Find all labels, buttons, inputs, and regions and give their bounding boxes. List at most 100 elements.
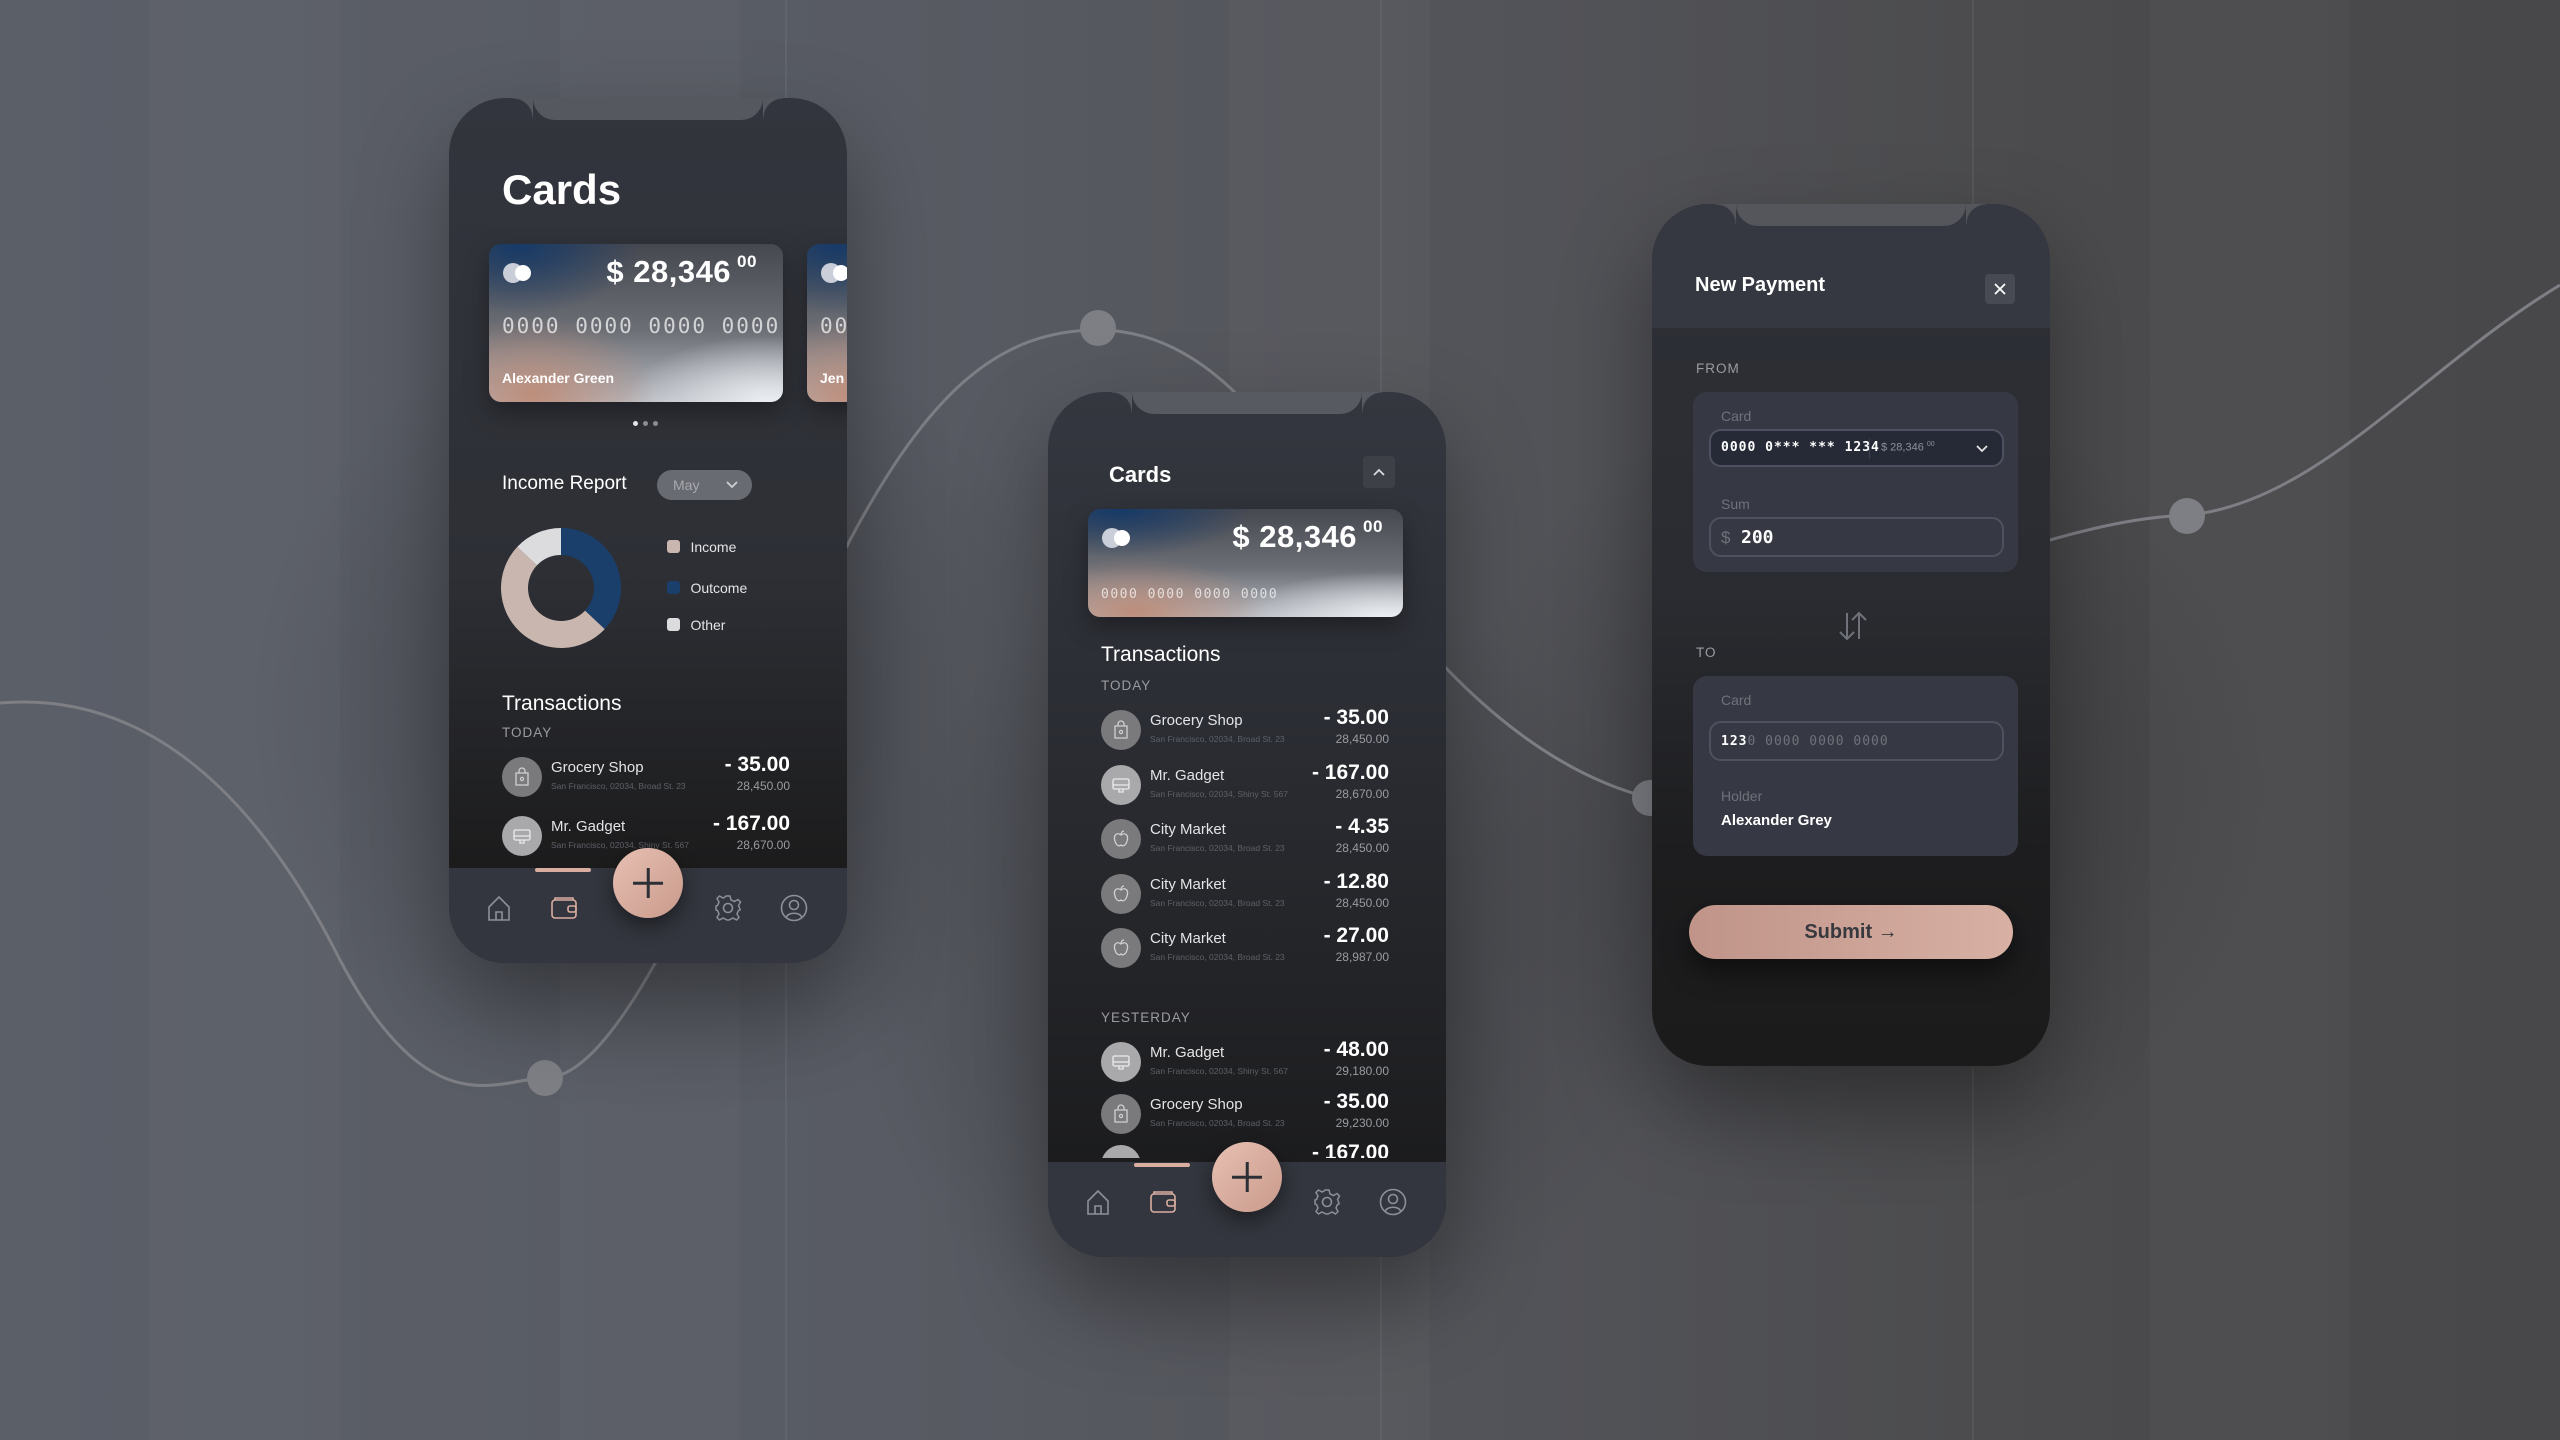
transaction-row[interactable]: Grocery Shop San Francisco, 02034, Broad …	[502, 753, 790, 803]
tab-profile[interactable]	[1378, 1187, 1408, 1217]
to-label: TO	[1696, 645, 1717, 660]
add-button[interactable]	[1212, 1142, 1282, 1212]
section-label-today: TODAY	[502, 725, 553, 740]
tab-home[interactable]	[484, 893, 514, 923]
transaction-amount: - 4.35	[1335, 815, 1389, 838]
merchant-name: Grocery Shop	[1150, 712, 1243, 729]
transaction-row[interactable]: Mr. Gadget San Francisco, 02034, Shiny St…	[1101, 1038, 1389, 1088]
merchant-address: San Francisco, 02034, Broad St. 23	[1150, 843, 1285, 853]
merchant-address: San Francisco, 02034, Broad St. 23	[1150, 952, 1285, 962]
phone-notch	[1112, 392, 1382, 414]
tab-settings[interactable]	[1312, 1187, 1342, 1217]
transaction-amount: - 35.00	[1323, 1089, 1389, 1113]
close-button[interactable]	[1985, 274, 2015, 304]
tab-profile[interactable]	[779, 893, 809, 923]
transaction-row[interactable]: City Market San Francisco, 02034, Broad S…	[1101, 924, 1389, 974]
merchant-avatar	[1101, 1093, 1141, 1134]
balance-after: 28,450.00	[736, 779, 790, 793]
legend-item-other: Other	[667, 616, 725, 634]
collapse-button[interactable]	[1363, 456, 1395, 488]
balance-after: 28,987.00	[1335, 950, 1389, 964]
transaction-row[interactable]: Mr. Gadget San Francisco, 02034, Shiny St…	[1101, 761, 1389, 811]
tab-active-indicator	[535, 868, 591, 872]
income-report-title: Income Report	[502, 473, 627, 494]
merchant-avatar	[1101, 873, 1141, 914]
page-title: Cards	[1109, 462, 1172, 487]
merchant-address: San Francisco, 02034, Shiny St. 567	[1150, 1066, 1288, 1076]
transaction-row[interactable]: City Market San Francisco, 02034, Broad S…	[1101, 815, 1389, 865]
transaction-amount: - 167.00	[712, 812, 790, 835]
balance-after: 28,670.00	[736, 838, 790, 852]
balance-after: 28,450.00	[1335, 895, 1389, 910]
credit-card-next[interactable]: 00 Jen	[807, 244, 847, 402]
merchant-address: San Francisco, 02034, Broad St. 23	[1150, 734, 1285, 744]
month-select[interactable]: May	[657, 470, 752, 500]
balance-after: 28,450.00	[1335, 732, 1389, 746]
transaction-list-yesterday: Mr. Gadget San Francisco, 02034, Shiny St…	[1101, 1038, 1389, 1158]
to-card-placeholder: 0 0000 0000 0000	[1747, 734, 1889, 749]
card-brand-icon	[1102, 528, 1136, 548]
submit-button[interactable]: Submit →	[1689, 905, 2013, 959]
legend-item-outcome: Outcome	[667, 579, 747, 597]
home-icon	[484, 895, 514, 927]
credit-card[interactable]: $ 28,346 00 0000 0000 0000 0000 Alexander…	[489, 244, 783, 402]
merchant-name: City Market	[1150, 930, 1226, 947]
settings-icon	[1312, 1189, 1342, 1221]
from-panel: Card 0000 0*** *** 1234 $ 28,346 00 Sum $…	[1693, 392, 2018, 572]
pagination-dot-active[interactable]	[633, 421, 638, 426]
merchant-address: San Francisco, 02034, Shiny St. 567	[551, 840, 689, 850]
tab-wallet[interactable]	[1148, 1187, 1178, 1217]
merchant-avatar	[1101, 928, 1141, 968]
pagination-dot[interactable]	[653, 421, 658, 426]
chevron-down-icon	[1976, 445, 1988, 453]
merchant-name: Mr. Gadget	[1150, 1044, 1225, 1061]
wallet-icon	[1148, 1191, 1178, 1221]
card-balance: $ 28,346 00	[1232, 517, 1383, 554]
balance-after: 29,180.00	[1335, 1064, 1389, 1078]
tab-settings[interactable]	[713, 893, 743, 923]
from-label: FROM	[1696, 361, 1740, 376]
to-card-label: Card	[1721, 692, 1752, 708]
transaction-row[interactable]: City Market San Francisco, 02034, Broad S…	[1101, 870, 1389, 920]
curve-node	[1080, 310, 1116, 346]
card-holder: Alexander Green	[502, 370, 615, 386]
merchant-name: City Market	[1150, 875, 1226, 893]
income-donut-chart	[501, 528, 621, 648]
section-label-today: TODAY	[1101, 678, 1152, 693]
merchant-avatar	[1101, 1145, 1141, 1158]
carousel-pagination[interactable]	[633, 421, 658, 426]
add-button[interactable]	[613, 848, 683, 918]
holder-label: Holder	[1721, 788, 1763, 804]
pagination-dot[interactable]	[643, 421, 648, 426]
phone-new-payment: New Payment FROM Card 0000 0*** *** 1234…	[1652, 204, 2050, 1066]
to-card-input[interactable]: 1230 0000 0000 0000	[1709, 721, 2004, 761]
from-card-select[interactable]: 0000 0*** *** 1234 $ 28,346 00	[1709, 429, 2004, 467]
holder-value: Alexander Grey	[1721, 812, 1832, 829]
card-balance: $ 28,346 00	[606, 252, 757, 289]
merchant-address: San Francisco, 02034, Broad St. 23	[551, 781, 686, 791]
transactions-title: Transactions	[502, 692, 622, 715]
sum-value: 200	[1741, 527, 1774, 548]
balance-after: 28,670.00	[1335, 786, 1389, 801]
legend-item-income: Income	[667, 538, 736, 556]
phone-notch	[513, 98, 783, 120]
transaction-row[interactable]: Grocery Shop San Francisco, 02034, Broad …	[1101, 706, 1389, 756]
transaction-amount: - 167.00	[1311, 1141, 1389, 1158]
swap-arrows-icon[interactable]	[1834, 607, 1872, 645]
merchant-address: San Francisco, 02034, Broad St. 23	[1150, 897, 1285, 908]
tab-home[interactable]	[1083, 1187, 1113, 1217]
credit-card[interactable]: $ 28,346 00 0000 0000 0000 0000	[1088, 509, 1403, 617]
chevron-up-icon	[1373, 468, 1385, 476]
sum-input[interactable]: $ 200	[1709, 517, 2004, 557]
from-card-label: Card	[1721, 408, 1752, 424]
close-icon	[1994, 283, 2006, 295]
modal-title: New Payment	[1695, 274, 1826, 296]
merchant-avatar	[1101, 1042, 1141, 1082]
tab-wallet[interactable]	[549, 893, 579, 923]
merchant-avatar	[502, 816, 542, 856]
merchant-name: Mr. Gadget	[551, 818, 626, 835]
balance-after: 29,230.00	[1335, 1115, 1389, 1130]
wallet-icon	[549, 897, 579, 927]
transaction-row[interactable]: Grocery Shop San Francisco, 02034, Broad …	[1101, 1090, 1389, 1140]
transaction-amount: - 27.00	[1323, 924, 1389, 947]
